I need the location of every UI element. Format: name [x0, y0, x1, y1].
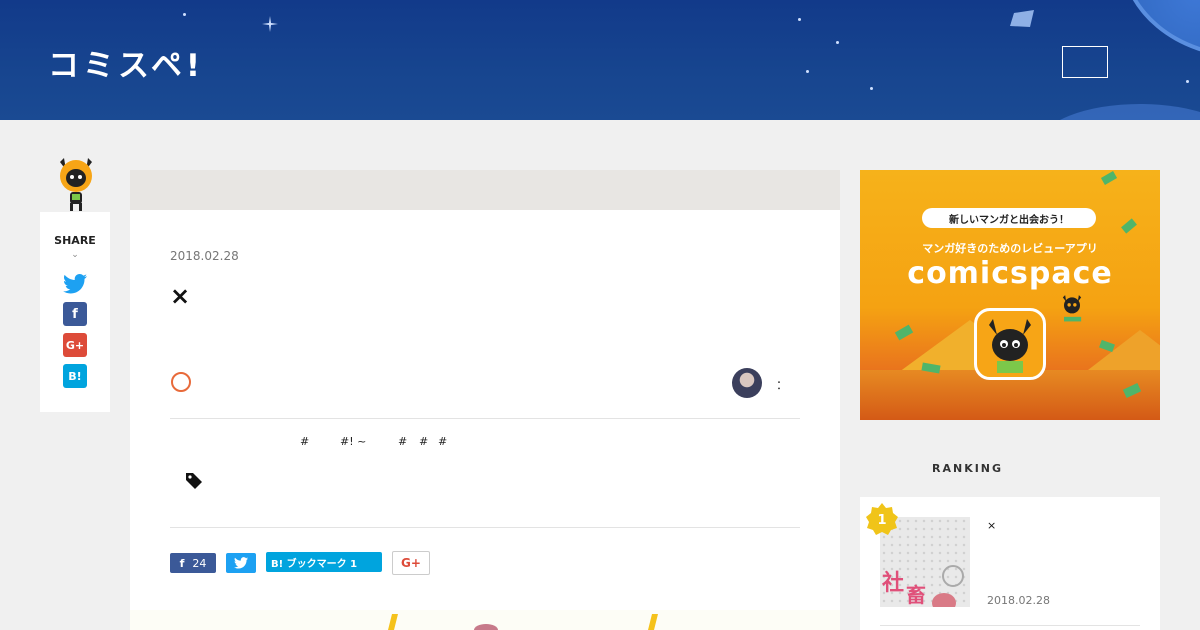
chevron-down-icon: ⌄ — [71, 250, 79, 260]
star-decoration — [798, 18, 801, 21]
ad-subtitle: マンガ好きのためのレビューアプリ — [922, 242, 1098, 255]
hero-image-graphic — [388, 614, 658, 630]
rank-number: 1 — [877, 513, 886, 528]
thumbnail-art: 社 — [882, 571, 905, 596]
twitter-tweet-button[interactable] — [226, 553, 256, 573]
site-logo[interactable]: コミスペ! — [48, 40, 204, 85]
star-decoration — [1186, 80, 1189, 83]
ranking-list: 社 畜 1 × 2018.02.28 — [860, 497, 1160, 630]
menu-button[interactable] — [1062, 46, 1108, 78]
breadcrumb — [130, 170, 840, 210]
share-sidebar: SHARE ⌄ f G+ B! — [40, 212, 110, 412]
planet-decoration — [1040, 104, 1200, 120]
clock-icon — [942, 565, 964, 587]
star-decoration — [806, 70, 809, 73]
tag-link[interactable]: #! ~ — [340, 436, 388, 448]
tag-link[interactable]: # — [300, 436, 330, 448]
google-plus-icon: G+ — [65, 338, 85, 352]
article-title: × — [170, 282, 191, 310]
star-decoration — [870, 87, 873, 90]
app-ad-banner[interactable]: 新しいマンガと出会おう！ マンガ好きのためのレビューアプリ comicspace — [860, 170, 1160, 420]
rank-badge: 1 — [866, 503, 898, 535]
tag-icon — [186, 473, 202, 489]
article-date: 2018.02.28 — [170, 249, 239, 263]
circle-icon[interactable] — [171, 372, 191, 392]
thumbnail-art — [932, 593, 956, 607]
hatena-share-button[interactable]: B! — [63, 364, 87, 388]
star-decoration — [183, 13, 186, 16]
divider — [170, 527, 800, 528]
crystal-icon — [1010, 10, 1034, 27]
tag-link[interactable]: # — [438, 436, 466, 448]
ad-tagline-pill: 新しいマンガと出会おう！ — [922, 208, 1096, 228]
author-avatar[interactable] — [732, 368, 762, 398]
facebook-icon: f — [72, 306, 78, 322]
google-plus-share-button[interactable]: G+ — [63, 333, 87, 357]
thumbnail-art: 畜 — [906, 583, 926, 607]
share-title: SHARE — [54, 234, 96, 247]
hatena-icon: B! — [68, 369, 82, 383]
google-plus-button[interactable]: G+ — [392, 551, 430, 575]
divider — [170, 418, 800, 419]
hatena-bookmark-button[interactable]: B! ブックマーク 1 — [266, 552, 382, 572]
twitter-icon — [234, 557, 248, 569]
twitter-share-button[interactable] — [63, 272, 87, 296]
ad-brand-name: comicspace — [907, 256, 1113, 291]
ranking-heading-en: RANKING — [932, 462, 1004, 475]
book-decoration — [1100, 171, 1118, 185]
tag-link[interactable]: # — [398, 436, 412, 448]
facebook-like-button[interactable]: f 24 — [170, 553, 216, 573]
divider — [880, 625, 1140, 626]
mascot-icon — [989, 319, 1031, 373]
planet-decoration — [1120, 0, 1200, 58]
mascot-icon — [1062, 295, 1082, 322]
article-card: 2018.02.28 × ： # #! ~ # # # f 24 B! ブックマ… — [130, 170, 840, 630]
book-decoration — [1121, 218, 1137, 234]
facebook-share-button[interactable]: f — [63, 302, 87, 326]
app-icon — [974, 308, 1046, 380]
ranking-item-date: 2018.02.28 — [987, 594, 1050, 607]
tag-link[interactable]: # — [419, 436, 433, 448]
author-name[interactable]: ： — [776, 376, 788, 393]
mascot-icon — [60, 158, 92, 211]
hero-image — [130, 610, 840, 630]
facebook-count: 24 — [192, 556, 207, 570]
ranking-item-title[interactable]: × — [987, 517, 1142, 534]
facebook-icon: f — [179, 556, 185, 570]
site-header: コミスペ! — [0, 0, 1200, 120]
sparkle-icon — [262, 16, 278, 32]
star-decoration — [836, 41, 839, 44]
twitter-icon — [63, 274, 87, 294]
